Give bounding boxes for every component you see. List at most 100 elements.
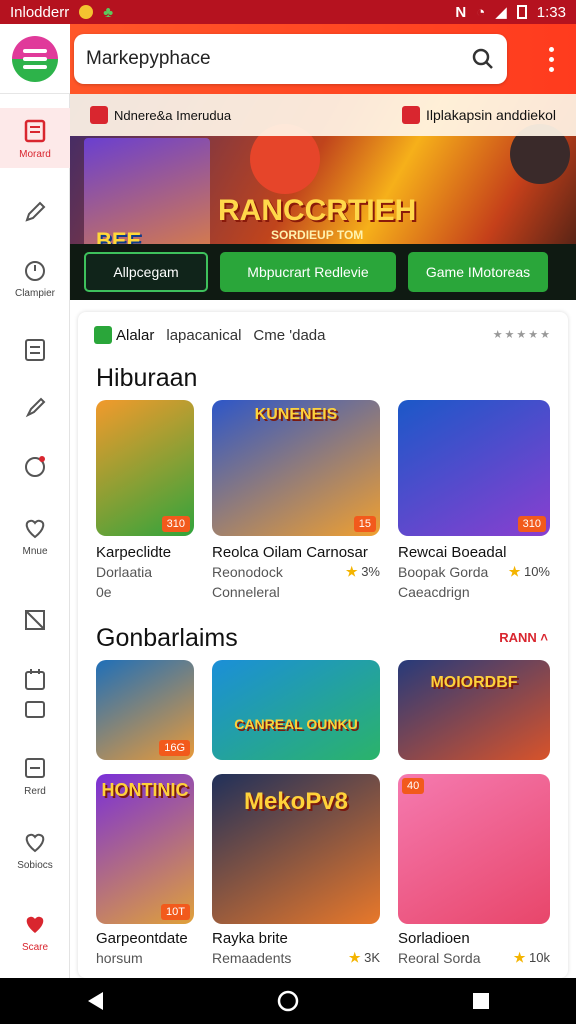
news-icon [24, 119, 46, 142]
category-badge-icon [94, 326, 112, 344]
status-time: 1:33 [536, 3, 566, 21]
recents-icon[interactable] [471, 991, 491, 1011]
tab-2[interactable]: lapacanical [166, 327, 241, 344]
game-card[interactable]: MekoPv8 Rayka brite Remaadents ★ 3K [212, 774, 380, 970]
card-tag: 310 [161, 516, 190, 532]
status-leaf-icon: ♣ [103, 3, 114, 21]
tab-3[interactable]: Cme 'dada [253, 327, 325, 344]
card-rating-value: 3% [361, 564, 380, 579]
card-rating: ★ 3% [346, 564, 380, 580]
flag-icon [90, 106, 108, 124]
card-art-title: MOIORDBF [430, 674, 518, 691]
game-thumbnail: KUNENEIS 15 [212, 400, 380, 536]
sidebar-item-chat[interactable] [0, 452, 70, 480]
tag-icon [25, 610, 45, 630]
star-icon: ★ [348, 950, 365, 965]
hero-banner[interactable]: BEE NADNO Ndnere&a Imerudua Ilplakapsin … [70, 94, 576, 300]
sidebar-item-label: Rerd [24, 786, 46, 797]
hero-button-1[interactable]: Allpcegam [84, 252, 208, 292]
card-rating-value: 3K [364, 950, 380, 965]
sidebar-item-news[interactable]: Morard [0, 108, 70, 168]
sidebar-item-tag[interactable] [0, 606, 70, 634]
chevron-up-icon: ˄ [540, 630, 548, 645]
home-icon[interactable] [276, 989, 300, 1013]
section-title-gonbarlaims: Gonbarlaims [96, 624, 238, 652]
hero-button-3[interactable]: Game IMotoreas [408, 252, 548, 292]
top-bar: Markepyphace [0, 24, 576, 94]
card-tag: 40 [402, 778, 425, 794]
bookmark-icon [402, 106, 421, 124]
hero-main-subtitle: SORDIEUP TOM [271, 228, 364, 242]
sidebar-item-message[interactable]: Rerd [0, 754, 70, 797]
hero-top-right-text: Ilplakapsin anddiekol [426, 107, 556, 123]
card-rating: ★ 10% [509, 564, 550, 580]
sidebar-item-score[interactable]: Scare [0, 910, 70, 953]
hero-main-title-block: RANCCRTIEH SORDIEUP TOM [218, 194, 416, 242]
game-card[interactable]: KUNENEIS 15 Reolca Oilam Carnosar Reonod… [212, 400, 380, 600]
card-tag: 16G [159, 740, 190, 756]
sidebar-item-label: Morard [19, 148, 51, 160]
card-third-line: Caeacdrign [398, 584, 470, 600]
section-more-link[interactable]: RANN ˄ [499, 630, 548, 645]
card-rating-value: 10k [529, 950, 550, 965]
game-card[interactable]: 40 Sorladioen Reoral Sorda ★ 10k [398, 774, 550, 970]
calendar-sub-icon [25, 701, 45, 718]
game-thumbnail: 310 [96, 400, 194, 536]
card-name: Sorladioen [398, 930, 470, 947]
search-input[interactable]: Markepyphace [86, 48, 471, 70]
game-thumbnail: CANREAL OUNKU [212, 660, 380, 760]
chat-icon [25, 456, 45, 477]
card-tag: 15 [353, 516, 376, 532]
card-name: Rewcai Boeadal [398, 544, 507, 561]
hero-button-row: Allpcegam Mbpucrart Redlevie Game IMotor… [70, 244, 576, 300]
back-icon[interactable] [85, 990, 105, 1012]
game-card[interactable]: CANREAL OUNKU [212, 660, 380, 760]
card-art-title: CANREAL OUNKU [234, 716, 358, 732]
card-subtitle: Dorlaatia [96, 564, 153, 580]
status-bar: Inlodderr ♣ N ◔ ◢ 1:33 [0, 0, 576, 24]
sidebar-item-calendar[interactable] [0, 666, 70, 724]
sidebar-item-clock[interactable]: Clampier [0, 256, 70, 299]
tab-label: Alalar [116, 326, 155, 344]
sidebar-item-favorites[interactable]: Sobiocs [0, 828, 70, 871]
game-card[interactable]: MOIORDBF [398, 660, 550, 760]
calendar-icon [25, 669, 45, 690]
search-bar[interactable]: Markepyphace [74, 34, 507, 84]
game-thumbnail: 310 [398, 400, 550, 536]
overflow-menu-icon[interactable] [549, 46, 554, 72]
card-subtitle: horsum [96, 950, 143, 966]
card-name: Karpeclidte [96, 544, 172, 561]
hero-button-2[interactable]: Mbpucrart Redlevie [220, 252, 396, 292]
star-icon: ★ [513, 950, 530, 965]
card-name: Reolca Oilam Carnosar [212, 544, 368, 561]
heart-icon [25, 519, 45, 539]
card-third-line: 0e [96, 584, 112, 600]
game-thumbnail: 16G [96, 660, 194, 760]
status-app-text: Inlodderr [10, 3, 70, 21]
app-logo-cell[interactable] [0, 24, 70, 94]
sidebar: Morard Clampier Mnue Rerd Sobiocs Scare [0, 94, 70, 978]
sidebar-item-brush[interactable] [0, 394, 70, 422]
tab-1[interactable]: Alalar [94, 326, 154, 344]
card-subtitle: Reonodock [212, 564, 283, 580]
card-name: Garpeontdate [96, 930, 188, 947]
game-thumbnail: 40 [398, 774, 550, 924]
card-art-title: MekoPv8 [243, 788, 349, 815]
sidebar-item-heart[interactable]: Mnue [0, 514, 70, 557]
sidebar-item-label: Sobiocs [17, 860, 53, 871]
clock-icon [25, 261, 45, 281]
card-art-title: KUNENEIS [254, 406, 338, 423]
content-panel: Alalar lapacanical Cme 'dada ★★★★★ Hibur… [78, 312, 568, 978]
sidebar-item-pen[interactable] [0, 198, 70, 226]
star-icon: ★ [345, 564, 362, 579]
pen-icon [25, 201, 46, 222]
hero-top-strip: Ndnere&a Imerudua Ilplakapsin anddiekol [70, 94, 576, 136]
sidebar-item-list[interactable] [0, 336, 70, 364]
section-more-label: RANN [499, 630, 537, 645]
search-icon[interactable] [471, 47, 495, 71]
signal-icon: ◢ [495, 4, 507, 21]
message-icon [25, 758, 45, 778]
rating-stars: ★★★★★ [492, 329, 552, 341]
game-card[interactable]: 16G [96, 660, 194, 760]
game-card[interactable]: 310 Rewcai Boeadal Boopak Gorda ★ 10% Ca… [398, 400, 550, 600]
